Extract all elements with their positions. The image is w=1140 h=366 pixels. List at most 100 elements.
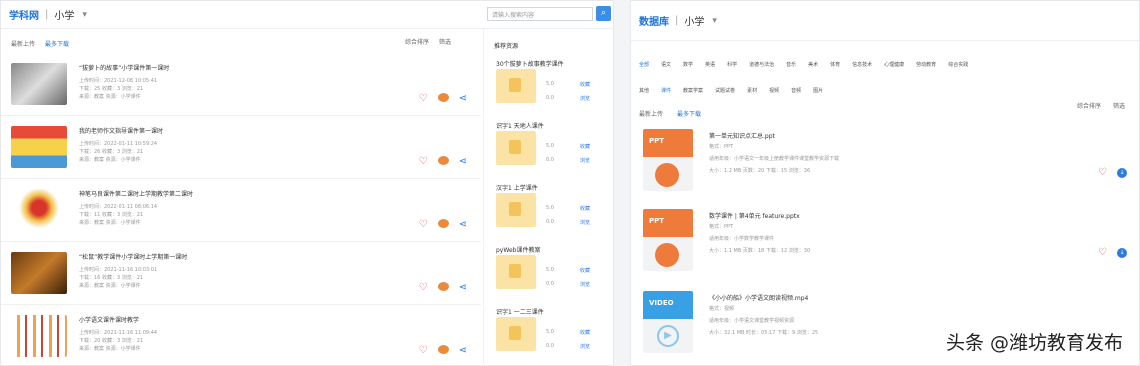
list-item[interactable]: “拔萝卜的故事”小学课件第一课时 上传时间：2021-12-08 10:05:4… — [1, 53, 481, 116]
item-title[interactable]: 我的老师作文指导课件第一课时 — [79, 126, 163, 135]
sidebar-item[interactable]: pyWeb课件教案 5.0 0.0 收藏 浏览 — [484, 243, 613, 305]
item-meta: 来源：教案 资源：小学课件 — [79, 220, 141, 226]
view-link[interactable]: 浏览 — [580, 95, 590, 102]
count-value: 0.0 — [546, 281, 554, 287]
filter-chip[interactable]: 道德与法治 — [749, 61, 774, 68]
filter-chip[interactable]: 素材 — [747, 87, 757, 94]
chevron-down-icon[interactable]: ▾ — [82, 10, 87, 20]
filter-chip[interactable]: 音频 — [791, 87, 801, 94]
file-list-item[interactable]: PPT 第一单元知识点汇总.ppt 格式：PPT 适用年级：小学语文一年级上册教… — [631, 123, 1140, 203]
search-icon[interactable]: ⌕ — [596, 6, 611, 21]
sort-option[interactable]: 综合排序 — [405, 37, 429, 46]
filter-chip[interactable]: 劳动教育 — [916, 61, 936, 68]
site-brand[interactable]: 学科网 — [9, 7, 39, 22]
grade-selector[interactable]: 小学 — [54, 7, 74, 22]
share-icon[interactable]: ⋖ — [459, 93, 467, 104]
file-list-item[interactable]: PPT 数学课件 | 第4单元 feature.pptx 格式：PPT 适用年级… — [631, 203, 1140, 283]
filter-chip[interactable]: 体育 — [830, 61, 840, 68]
comment-icon[interactable] — [437, 156, 449, 165]
filter-chip[interactable]: 综合实践 — [948, 61, 968, 68]
share-icon[interactable]: ⋖ — [459, 282, 467, 293]
favorite-link[interactable]: 收藏 — [580, 143, 590, 150]
item-actions: ♡ ⋖ — [419, 93, 467, 104]
filter-chip[interactable]: 信息技术 — [852, 61, 872, 68]
heart-icon[interactable]: ♡ — [1098, 247, 1107, 258]
share-icon[interactable]: ⋖ — [459, 219, 467, 230]
file-type-label: PPT — [643, 209, 693, 237]
view-link[interactable]: 浏览 — [580, 343, 590, 350]
filter-chip[interactable]: 教案学案 — [683, 87, 703, 94]
view-link[interactable]: 浏览 — [580, 281, 590, 288]
right-topbar: 数据库 | 小学 ▾ — [631, 1, 1139, 41]
download-icon[interactable]: ↓ — [1117, 247, 1127, 258]
pie-icon — [655, 243, 679, 267]
grade-selector[interactable]: 小学 — [684, 13, 704, 28]
chevron-down-icon[interactable]: ▾ — [712, 16, 717, 26]
sidebar-item-label[interactable]: 识字1 一二三课件 — [496, 307, 544, 316]
file-meta: 适用年级：小学语文课堂教学视频资源 — [709, 318, 795, 324]
comment-icon[interactable] — [437, 345, 449, 354]
filter-option[interactable]: 筛选 — [439, 37, 451, 46]
filter-chip[interactable]: 音乐 — [786, 61, 796, 68]
comment-icon[interactable] — [437, 282, 449, 291]
download-icon[interactable]: ↓ — [1117, 167, 1127, 178]
list-item[interactable]: 神笔马良课件第二课时上学期教学第二课时 上传时间：2022-01-11 08:0… — [1, 179, 481, 242]
filter-chip[interactable]: 全部 — [639, 61, 649, 68]
heart-icon[interactable]: ♡ — [419, 156, 428, 167]
filter-chip[interactable]: 课件 — [661, 87, 671, 94]
item-meta: 下载：16 收藏：3 浏览：21 — [79, 275, 144, 281]
heart-icon[interactable]: ♡ — [419, 93, 428, 104]
favorite-link[interactable]: 收藏 — [580, 81, 590, 88]
sidebar-item[interactable]: 识字1 天地人课件 5.0 0.0 收藏 浏览 — [484, 119, 613, 181]
filter-chip[interactable]: 科学 — [727, 61, 737, 68]
share-icon[interactable]: ⋖ — [459, 345, 467, 356]
item-title[interactable]: “松鼠”教学课件小学课时上学期第一课时 — [79, 252, 187, 261]
list-item[interactable]: 小学语文课件课时教学 上传时间：2021-11-16 11:09:44 下载：2… — [1, 305, 481, 366]
pie-icon — [655, 163, 679, 187]
filter-chip[interactable]: 美术 — [808, 61, 818, 68]
view-link[interactable]: 浏览 — [580, 219, 590, 226]
item-meta: 下载：26 收藏：3 浏览：21 — [79, 149, 144, 155]
item-title[interactable]: 神笔马良课件第二课时上学期教学第二课时 — [79, 189, 193, 198]
favorite-link[interactable]: 收藏 — [580, 267, 590, 274]
filter-chip[interactable]: 心理健康 — [884, 61, 904, 68]
site-brand[interactable]: 数据库 — [639, 13, 669, 28]
sidebar-item[interactable]: 汉字1 上学课件 5.0 0.0 收藏 浏览 — [484, 181, 613, 243]
sidebar-item[interactable]: 30个拔萝卜故事教学课件 5.0 0.0 收藏 浏览 — [484, 57, 613, 119]
heart-icon[interactable]: ♡ — [419, 219, 428, 230]
heart-icon[interactable]: ♡ — [419, 345, 428, 356]
item-title[interactable]: 小学语文课件课时教学 — [79, 315, 139, 324]
favorite-link[interactable]: 收藏 — [580, 329, 590, 336]
filter-chip[interactable]: 视频 — [769, 87, 779, 94]
filter-chip[interactable]: 数学 — [683, 61, 693, 68]
filter-chip[interactable]: 图片 — [813, 87, 823, 94]
rating-value: 5.0 — [546, 143, 554, 149]
filter-option[interactable]: 筛选 — [1113, 101, 1125, 110]
sidebar-item-label[interactable]: 识字1 天地人课件 — [496, 121, 544, 130]
filter-chip[interactable]: 试题试卷 — [715, 87, 735, 94]
search-input[interactable]: 请输入搜索内容 — [487, 7, 593, 21]
list-item[interactable]: “松鼠”教学课件小学课时上学期第一课时 上传时间：2021-11-16 10:0… — [1, 242, 481, 305]
sidebar-item[interactable]: 识字1 一二三课件 5.0 0.0 收藏 浏览 — [484, 305, 613, 366]
sidebar-item-label[interactable]: 30个拔萝卜故事教学课件 — [496, 59, 564, 68]
comment-icon[interactable] — [437, 219, 449, 228]
filter-chip[interactable]: 语文 — [661, 61, 671, 68]
item-actions: ♡ ⋖ — [419, 156, 467, 167]
play-icon: ▶ — [657, 325, 679, 347]
heart-icon[interactable]: ♡ — [419, 282, 428, 293]
share-icon[interactable]: ⋖ — [459, 156, 467, 167]
comment-icon[interactable] — [437, 93, 449, 102]
file-title[interactable]: 数学课件 | 第4单元 feature.pptx — [709, 211, 800, 220]
filter-chip[interactable]: 英语 — [705, 61, 715, 68]
file-title[interactable]: 《小小的船》小学语文朗读视频.mp4 — [709, 293, 808, 302]
list-item[interactable]: 我的老师作文指导课件第一课时 上传时间：2022-01-11 10:59:24 … — [1, 116, 481, 179]
view-link[interactable]: 浏览 — [580, 157, 590, 164]
sidebar-item-label[interactable]: 汉字1 上学课件 — [496, 183, 538, 192]
file-title[interactable]: 第一单元知识点汇总.ppt — [709, 131, 775, 140]
sidebar-item-label[interactable]: pyWeb课件教案 — [496, 245, 540, 254]
favorite-link[interactable]: 收藏 — [580, 205, 590, 212]
filter-chip[interactable]: 其他 — [639, 87, 649, 94]
sort-option[interactable]: 综合排序 — [1077, 101, 1101, 110]
item-title[interactable]: “拔萝卜的故事”小学课件第一课时 — [79, 63, 169, 72]
heart-icon[interactable]: ♡ — [1098, 167, 1107, 178]
